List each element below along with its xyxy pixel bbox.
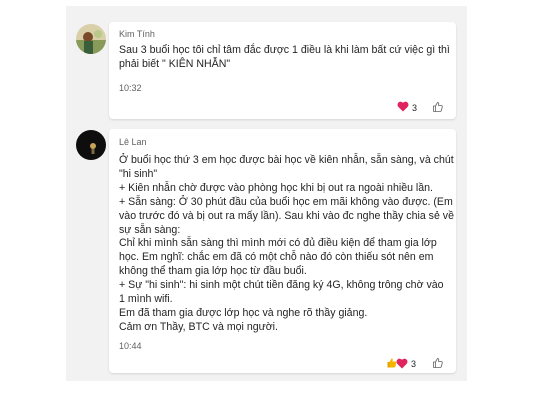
avatar-kim-tinh[interactable] <box>76 24 106 54</box>
message-text: Ở buổi học thứ 3 em học được bài học về … <box>119 154 454 335</box>
message-line: vào trước đó và bị out ra mấy lần). Sau … <box>119 209 454 222</box>
message-line: + Sẵn sàng: Ở 30 phút đầu của buổi học e… <box>119 195 453 208</box>
message-text: Sau 3 buổi học tôi chỉ tâm đắc được 1 đi… <box>119 44 450 72</box>
message-line: Chỉ khi mình sẵn sàng thì mình mới có đủ… <box>119 237 437 250</box>
message-line: + Sự "hi sinh": hi sinh một chút tiền đă… <box>119 279 444 292</box>
author-name[interactable]: Lê Lan <box>119 137 147 147</box>
message-line: Sau 3 buổi học tôi chỉ tâm đắc được 1 đi… <box>119 44 450 56</box>
message-line: "hi sinh" <box>119 167 158 180</box>
message-line: sự sẵn sàng: <box>119 223 181 236</box>
message-line: Ở buổi học thứ 3 em học được bài học về … <box>119 154 454 166</box>
message-line: phải biết " KIÊN NHẪN" <box>119 57 231 70</box>
heart-emoji-icon <box>396 358 408 371</box>
heart-emoji-icon <box>397 101 409 114</box>
reaction-summary[interactable]: 3 <box>397 101 417 114</box>
message-line: Cảm ơn Thầy, BTC và mọi người. <box>119 320 278 333</box>
like-outline-icon[interactable] <box>432 100 444 118</box>
message-card: Lê Lan Ở buổi học thứ 3 em học được bài … <box>109 129 456 373</box>
message-line: không thể tham gia lớp học từ đầu buổi. <box>119 265 307 278</box>
reaction-summary[interactable]: 3 <box>386 357 416 371</box>
avatar-le-lan[interactable] <box>76 130 106 160</box>
message-timestamp: 10:44 <box>119 341 142 351</box>
like-outline-icon[interactable] <box>432 356 444 374</box>
message-line: Em đã tham gia được lớp học và nghe rõ t… <box>119 306 368 319</box>
message-line: 1 mình wifi. <box>119 293 173 306</box>
message-card: Kim Tính Sau 3 buổi học tôi chỉ tâm đắc … <box>109 22 456 119</box>
message-line: học. Em nghĩ: chắc em đã có một chỗ nào … <box>119 251 434 264</box>
reaction-count: 3 <box>411 359 417 369</box>
author-name[interactable]: Kim Tính <box>119 29 155 39</box>
reaction-count: 3 <box>412 102 418 113</box>
message-line: + Kiên nhẫn chờ được vào phòng học khi b… <box>119 181 434 194</box>
message-timestamp: 10:32 <box>119 83 142 93</box>
